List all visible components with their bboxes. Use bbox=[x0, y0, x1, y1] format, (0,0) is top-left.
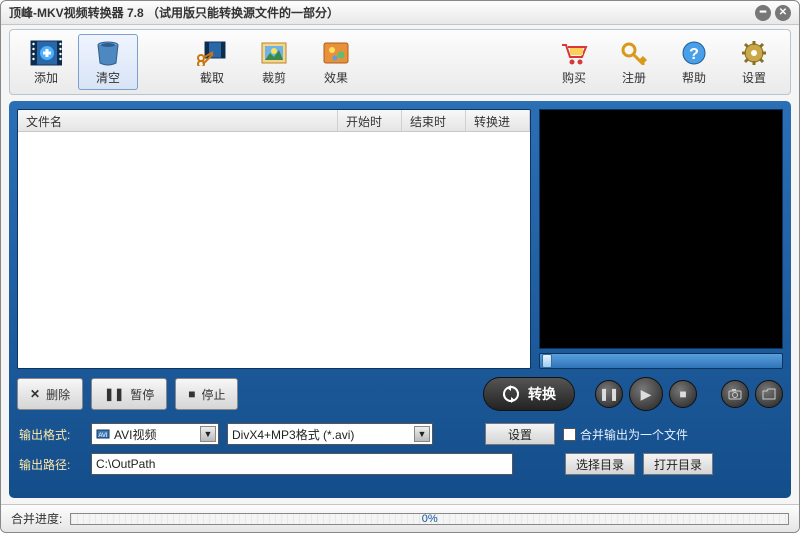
gear-icon bbox=[738, 39, 770, 67]
register-button[interactable]: 注册 bbox=[604, 34, 664, 90]
path-label: 输出路径: bbox=[19, 456, 83, 473]
buy-button[interactable]: 购买 bbox=[544, 34, 604, 90]
merge-progress-percent: 0% bbox=[422, 513, 438, 525]
snapshot-button[interactable] bbox=[721, 380, 749, 408]
format-type-combo[interactable]: AVI AVI视频 ▼ bbox=[91, 423, 219, 445]
preview-seek-slider[interactable] bbox=[539, 353, 783, 369]
capture-label: 截取 bbox=[200, 69, 224, 86]
format-label: 输出格式: bbox=[19, 426, 83, 443]
col-start[interactable]: 开始时间 bbox=[338, 110, 402, 131]
browse-button[interactable]: 选择目录 bbox=[565, 453, 635, 475]
output-settings: 输出格式: AVI AVI视频 ▼ DivX4+MP3格式 (*.avi) ▼ … bbox=[17, 419, 783, 479]
help-icon: ? bbox=[678, 39, 710, 67]
convert-label: 转换 bbox=[528, 384, 556, 404]
merge-progress-bar: 0% bbox=[70, 513, 789, 525]
svg-text:?: ? bbox=[689, 46, 699, 63]
clear-button[interactable]: 清空 bbox=[78, 34, 138, 90]
main-area: 文件名 开始时间 结束时间 转换进度 ✕ 删除 ❚❚ 暂停 bbox=[9, 101, 791, 498]
open-dir-button[interactable]: 打开目录 bbox=[643, 453, 713, 475]
scissors-film-icon bbox=[196, 39, 228, 67]
x-icon: ✕ bbox=[30, 387, 40, 401]
window-title: 顶峰-MKV视频转换器 7.8 （试用版只能转换源文件的一部分） bbox=[9, 4, 339, 21]
minimize-button[interactable]: ━ bbox=[755, 5, 771, 21]
titlebar: 顶峰-MKV视频转换器 7.8 （试用版只能转换源文件的一部分） ━ ✕ bbox=[1, 1, 799, 25]
convert-button[interactable]: 转换 bbox=[483, 377, 575, 411]
stop-label: 停止 bbox=[201, 386, 225, 403]
media-pause-button[interactable]: ❚❚ bbox=[595, 380, 623, 408]
output-path-value: C:\OutPath bbox=[96, 457, 155, 471]
clear-label: 清空 bbox=[96, 69, 120, 86]
format-codec-value: DivX4+MP3格式 (*.avi) bbox=[232, 426, 354, 443]
settings-button[interactable]: 设置 bbox=[724, 34, 784, 90]
media-play-button[interactable]: ▶ bbox=[629, 377, 663, 411]
settings-label: 设置 bbox=[742, 69, 766, 86]
statusbar: 合并进度: 0% bbox=[1, 504, 799, 532]
output-settings-button[interactable]: 设置 bbox=[485, 423, 555, 445]
open-folder-button[interactable] bbox=[755, 380, 783, 408]
format-codec-combo[interactable]: DivX4+MP3格式 (*.avi) ▼ bbox=[227, 423, 433, 445]
stop-button[interactable]: ■ 停止 bbox=[175, 378, 238, 410]
media-stop-button[interactable]: ■ bbox=[669, 380, 697, 408]
help-button[interactable]: ? 帮助 bbox=[664, 34, 724, 90]
stop-icon: ■ bbox=[188, 387, 195, 401]
pause-label: 暂停 bbox=[130, 386, 154, 403]
key-icon bbox=[618, 39, 650, 67]
buy-label: 购买 bbox=[562, 69, 586, 86]
checkbox-box bbox=[563, 428, 576, 441]
cart-icon bbox=[558, 39, 590, 67]
crop-label: 裁剪 bbox=[262, 69, 286, 86]
file-list-header: 文件名 开始时间 结束时间 转换进度 bbox=[18, 110, 530, 132]
refresh-icon bbox=[502, 385, 520, 403]
folder-icon bbox=[762, 388, 776, 400]
preview-panel bbox=[539, 109, 783, 369]
camera-icon bbox=[728, 388, 742, 400]
help-label: 帮助 bbox=[682, 69, 706, 86]
output-path-field[interactable]: C:\OutPath bbox=[91, 453, 513, 475]
crop-button[interactable]: 裁剪 bbox=[244, 34, 304, 90]
file-list-panel: 文件名 开始时间 结束时间 转换进度 bbox=[17, 109, 531, 369]
merge-progress-label: 合并进度: bbox=[11, 510, 62, 527]
merge-label: 合并输出为一个文件 bbox=[580, 426, 688, 443]
effect-label: 效果 bbox=[324, 69, 348, 86]
trash-icon bbox=[92, 39, 124, 67]
effect-button[interactable]: 效果 bbox=[306, 34, 366, 90]
register-label: 注册 bbox=[622, 69, 646, 86]
file-list-body[interactable] bbox=[18, 132, 530, 368]
col-end[interactable]: 结束时间 bbox=[402, 110, 466, 131]
pause-button[interactable]: ❚❚ 暂停 bbox=[91, 378, 167, 410]
close-button[interactable]: ✕ bbox=[775, 5, 791, 21]
delete-label: 删除 bbox=[46, 386, 70, 403]
col-filename[interactable]: 文件名 bbox=[18, 110, 338, 131]
film-add-icon bbox=[30, 39, 62, 67]
preview-screen[interactable] bbox=[539, 109, 783, 349]
crop-frame-icon bbox=[258, 39, 290, 67]
col-progress[interactable]: 转换进度 bbox=[466, 110, 530, 131]
add-button[interactable]: 添加 bbox=[16, 34, 76, 90]
effect-icon bbox=[320, 39, 352, 67]
format-type-value: AVI视频 bbox=[114, 426, 156, 443]
merge-checkbox[interactable]: 合并输出为一个文件 bbox=[563, 426, 688, 443]
pause-icon: ❚❚ bbox=[104, 387, 124, 401]
seek-thumb[interactable] bbox=[542, 354, 552, 368]
delete-button[interactable]: ✕ 删除 bbox=[17, 378, 83, 410]
capture-button[interactable]: 截取 bbox=[182, 34, 242, 90]
mid-controls: ✕ 删除 ❚❚ 暂停 ■ 停止 转换 ❚❚ ▶ ■ bbox=[17, 377, 783, 411]
main-toolbar: 添加 清空 截取 裁剪 bbox=[9, 29, 791, 95]
app-window: 顶峰-MKV视频转换器 7.8 （试用版只能转换源文件的一部分） ━ ✕ 添加 … bbox=[0, 0, 800, 533]
add-label: 添加 bbox=[34, 69, 58, 86]
chevron-down-icon: ▼ bbox=[200, 426, 216, 442]
chevron-down-icon: ▼ bbox=[414, 426, 430, 442]
svg-text:AVI: AVI bbox=[98, 433, 108, 439]
